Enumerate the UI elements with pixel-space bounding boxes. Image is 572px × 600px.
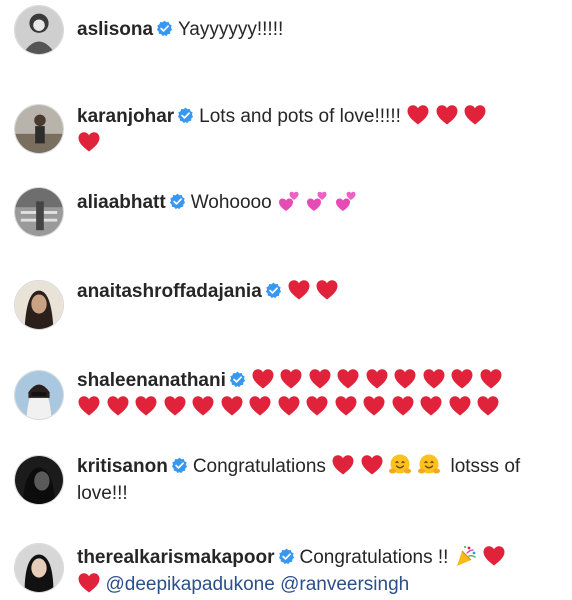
red-heart-emoji [406,103,430,127]
red-heart-emoji [277,394,301,418]
red-heart-emoji [248,394,272,418]
avatar[interactable] [14,5,64,55]
red-heart-emoji [448,394,472,418]
red-heart-emoji [476,394,500,418]
verified-badge-icon [229,371,246,388]
avatar[interactable] [14,455,64,505]
red-heart-emoji [482,544,506,568]
two-hearts-emoji [305,189,329,213]
red-heart-emoji [287,278,311,302]
red-heart-emoji [360,453,384,477]
hugging-face-emoji [417,453,441,477]
red-heart-emoji [279,367,303,391]
red-heart-emoji [315,278,339,302]
avatar[interactable] [14,104,64,154]
comment-text: aliaabhatt Wohoooo [77,189,563,216]
red-heart-emoji [163,394,187,418]
verified-badge-icon [278,548,295,565]
red-heart-emoji [77,571,101,595]
comment-message: Yayyyyyy!!!!! [178,19,284,40]
red-heart-emoji [106,394,130,418]
comment-message: Congratulations [192,456,326,477]
verified-badge-icon [265,282,282,299]
two-hearts-emoji [277,189,301,213]
avatar[interactable] [14,543,64,593]
username-link[interactable]: anaitashroffadajania [77,281,262,302]
comment-text: karanjohar Lots and pots of love!!!!! [77,103,563,157]
red-heart-emoji [251,367,275,391]
verified-badge-icon [156,20,173,37]
red-heart-emoji [393,367,417,391]
red-heart-emoji [463,103,487,127]
comment-text: kritisanon Congratulations lotsss of love… [77,453,563,507]
mention-link[interactable]: @deepikapadukone [106,574,275,595]
red-heart-emoji [77,130,101,154]
username-link[interactable]: kritisanon [77,456,168,477]
party-popper-emoji [454,544,478,568]
username-link[interactable]: therealkarismakapoor [77,547,275,568]
red-heart-emoji [362,394,386,418]
red-heart-emoji [365,367,389,391]
avatar[interactable] [14,370,64,420]
red-heart-emoji [479,367,503,391]
avatar[interactable] [14,280,64,330]
verified-badge-icon [171,457,188,474]
avatar[interactable] [14,187,64,237]
red-heart-emoji [391,394,415,418]
hugging-face-emoji [388,453,412,477]
red-heart-emoji [422,367,446,391]
username-link[interactable]: aslisona [77,19,153,40]
verified-badge-icon [169,193,186,210]
comment-text: therealkarismakapoor Congratulations !! @… [77,544,563,598]
red-heart-emoji [334,394,358,418]
username-link[interactable]: aliaabhatt [77,192,166,213]
comment-message: Congratulations !! [299,547,449,568]
red-heart-emoji [336,367,360,391]
red-heart-emoji [419,394,443,418]
username-link[interactable]: shaleenanathani [77,370,226,391]
red-heart-emoji [134,394,158,418]
red-heart-emoji [305,394,329,418]
comment-text: anaitashroffadajania [77,278,563,305]
verified-badge-icon [177,107,194,124]
comment-message: Wohoooo [190,192,272,213]
red-heart-emoji [331,453,355,477]
red-heart-emoji [77,394,101,418]
red-heart-emoji [191,394,215,418]
comment-message: Lots and pots of love!!!!! [199,106,401,127]
comment-text: aslisona Yayyyyyy!!!!! [77,16,563,43]
mention-link[interactable]: @ranveersingh [280,574,409,595]
username-link[interactable]: karanjohar [77,106,174,127]
two-hearts-emoji [334,189,358,213]
red-heart-emoji [220,394,244,418]
red-heart-emoji [435,103,459,127]
red-heart-emoji [450,367,474,391]
comment-text: shaleenanathani [77,367,563,421]
red-heart-emoji [308,367,332,391]
